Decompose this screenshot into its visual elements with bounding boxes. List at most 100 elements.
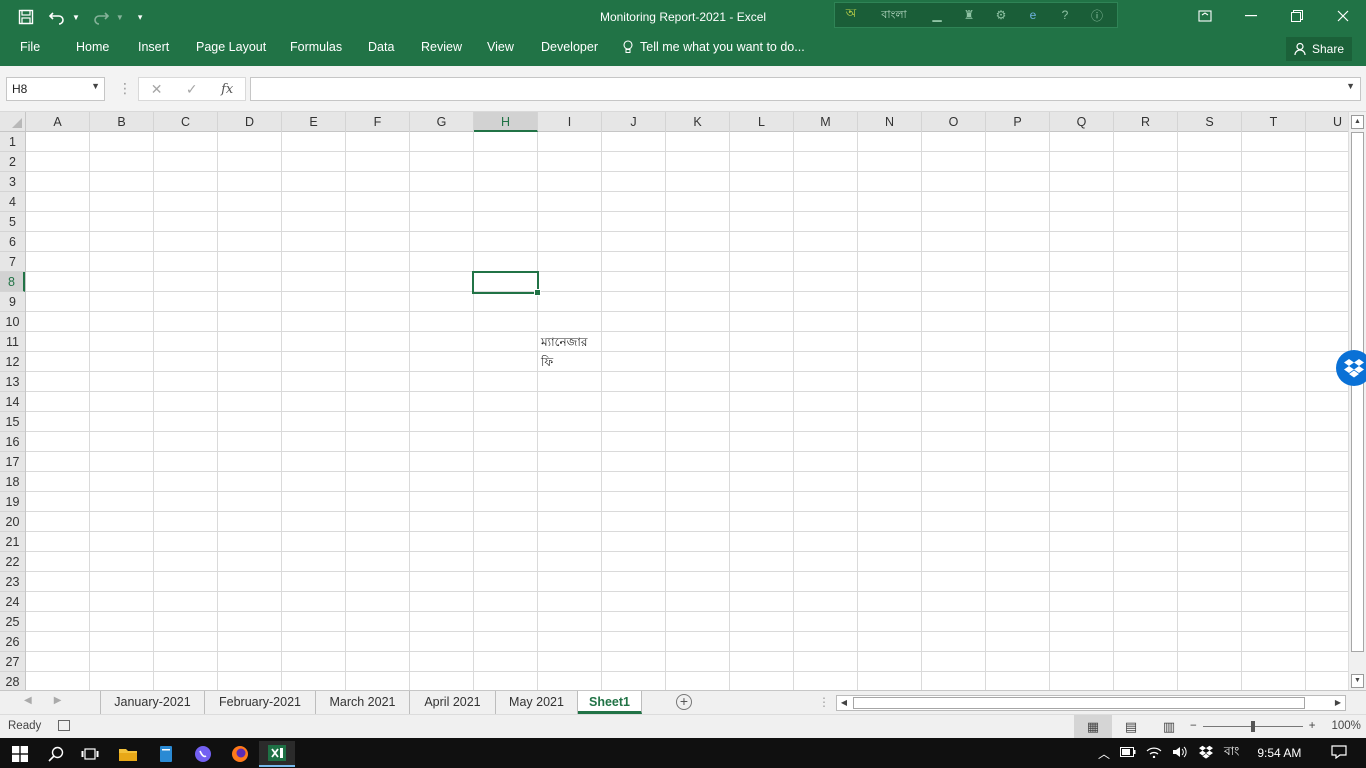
row-header[interactable]: 24 [0, 592, 25, 612]
column-header-e[interactable]: E [282, 112, 346, 132]
column-header-a[interactable]: A [26, 112, 90, 132]
column-header-c[interactable]: C [154, 112, 218, 132]
column-header-r[interactable]: R [1114, 112, 1178, 132]
firefox-icon[interactable] [222, 741, 258, 767]
name-box[interactable]: H8 ▼ [6, 77, 105, 101]
selected-cell-h8[interactable] [472, 271, 541, 296]
zoom-slider[interactable] [1202, 720, 1303, 732]
row-header[interactable]: 22 [0, 552, 25, 572]
sheet-tab-january-2021[interactable]: January-2021 [100, 691, 205, 714]
column-header-t[interactable]: T [1242, 112, 1306, 132]
help-icon[interactable]: ? [1049, 8, 1081, 22]
cell-i11[interactable]: ম্যানেজার [541, 334, 587, 354]
scroll-right-icon[interactable]: ▶ [1331, 696, 1345, 710]
row-header[interactable]: 23 [0, 572, 25, 592]
column-header-b[interactable]: B [90, 112, 154, 132]
row-header[interactable]: 1 [0, 132, 25, 152]
zoom-out-icon[interactable]: − [1190, 720, 1197, 732]
restore-icon[interactable] [1274, 0, 1320, 32]
viber-icon[interactable] [185, 741, 221, 767]
column-header-d[interactable]: D [218, 112, 282, 132]
tab-insert[interactable]: Insert [138, 40, 169, 54]
row-header[interactable]: 2 [0, 152, 25, 172]
tab-split-handle[interactable]: ⋮ [818, 695, 830, 709]
row-header[interactable]: 25 [0, 612, 25, 632]
enter-checkmark-icon[interactable]: ✓ [186, 81, 198, 98]
volume-icon[interactable] [1172, 746, 1188, 761]
language-label[interactable]: বাংলা [867, 6, 921, 25]
browser-icon[interactable]: e [1017, 8, 1049, 22]
page-layout-view-icon[interactable]: ▤ [1112, 715, 1150, 739]
row-header[interactable]: 6 [0, 232, 25, 252]
cancel-icon[interactable]: ✕ [151, 81, 163, 98]
blue-app-icon[interactable] [148, 741, 184, 767]
expand-formula-bar-icon[interactable]: ▼ [1346, 81, 1355, 91]
insert-function-icon[interactable]: fx [221, 82, 233, 97]
column-header-l[interactable]: L [730, 112, 794, 132]
row-header[interactable]: 9 [0, 292, 25, 312]
scroll-left-icon[interactable]: ◀ [837, 696, 851, 710]
undo-dropdown-icon[interactable]: ▼ [72, 13, 80, 22]
row-header[interactable]: 27 [0, 652, 25, 672]
row-header[interactable]: 4 [0, 192, 25, 212]
row-header[interactable]: 7 [0, 252, 25, 272]
column-header-o[interactable]: O [922, 112, 986, 132]
minimize-icon[interactable] [1228, 0, 1274, 32]
new-sheet-plus-icon[interactable]: + [676, 694, 692, 710]
tab-developer[interactable]: Developer [541, 40, 598, 54]
windows-start-icon[interactable] [2, 741, 38, 767]
battery-icon[interactable] [1120, 746, 1136, 760]
sheet-tab-february-2021[interactable]: February-2021 [205, 691, 316, 714]
vertical-scroll-thumb[interactable] [1351, 132, 1364, 652]
formula-input[interactable]: ▼ [250, 77, 1361, 101]
row-header[interactable]: 21 [0, 532, 25, 552]
row-header[interactable]: 18 [0, 472, 25, 492]
formula-bar-splitter[interactable]: ⋮ [118, 80, 132, 97]
wifi-icon[interactable] [1146, 746, 1162, 761]
notifications-icon[interactable] [1331, 744, 1347, 762]
column-header-k[interactable]: K [666, 112, 730, 132]
normal-view-icon[interactable]: ▦ [1074, 715, 1112, 739]
row-header[interactable]: 3 [0, 172, 25, 192]
row-header[interactable]: 28 [0, 672, 25, 690]
row-header[interactable]: 10 [0, 312, 25, 332]
tab-review[interactable]: Review [421, 40, 462, 54]
redo-dropdown-icon[interactable]: ▼ [116, 13, 124, 22]
tab-file[interactable]: File [20, 40, 40, 54]
sheet-tab-april-2021[interactable]: April 2021 [410, 691, 496, 714]
column-header-j[interactable]: J [602, 112, 666, 132]
row-header[interactable]: 13 [0, 372, 25, 392]
row-header[interactable]: 26 [0, 632, 25, 652]
tell-me-box[interactable]: Tell me what you want to do... [622, 40, 805, 54]
horizontal-scroll-thumb[interactable] [853, 697, 1305, 709]
column-header-m[interactable]: M [794, 112, 858, 132]
tab-data[interactable]: Data [368, 40, 394, 54]
column-header-u[interactable]: U [1306, 112, 1348, 132]
task-view-icon[interactable] [72, 741, 108, 767]
tab-view[interactable]: View [487, 40, 514, 54]
excel-taskbar-icon[interactable] [259, 741, 295, 767]
column-header-i[interactable]: I [538, 112, 602, 132]
sheet-tab-march-2021[interactable]: March 2021 [316, 691, 410, 714]
previous-sheet-icon[interactable]: ◀ [24, 695, 32, 706]
input-language[interactable]: বাং [1224, 743, 1239, 763]
pin-icon[interactable]: ♜ [953, 8, 985, 22]
file-explorer-icon[interactable] [110, 741, 146, 767]
dropbox-icon[interactable] [1336, 350, 1366, 386]
row-header[interactable]: 19 [0, 492, 25, 512]
macro-recording-icon[interactable] [58, 720, 70, 731]
zoom-level[interactable]: 100% [1331, 720, 1360, 732]
page-break-preview-icon[interactable]: ▥ [1150, 715, 1188, 739]
column-header-s[interactable]: S [1178, 112, 1242, 132]
sheet-tab-sheet1[interactable]: Sheet1 [578, 691, 642, 714]
row-header[interactable]: 14 [0, 392, 25, 412]
redo-icon[interactable] [92, 9, 110, 25]
column-header-q[interactable]: Q [1050, 112, 1114, 132]
show-hidden-icons-chevron-icon[interactable]: ︿ [1098, 745, 1110, 762]
zoom-slider-knob[interactable] [1250, 720, 1255, 732]
keyboard-icon[interactable]: ▁ [921, 8, 953, 22]
clock[interactable]: 9:54 AM [1257, 746, 1301, 760]
column-header-p[interactable]: P [986, 112, 1050, 132]
close-icon[interactable] [1320, 0, 1366, 32]
tab-home[interactable]: Home [76, 40, 109, 54]
